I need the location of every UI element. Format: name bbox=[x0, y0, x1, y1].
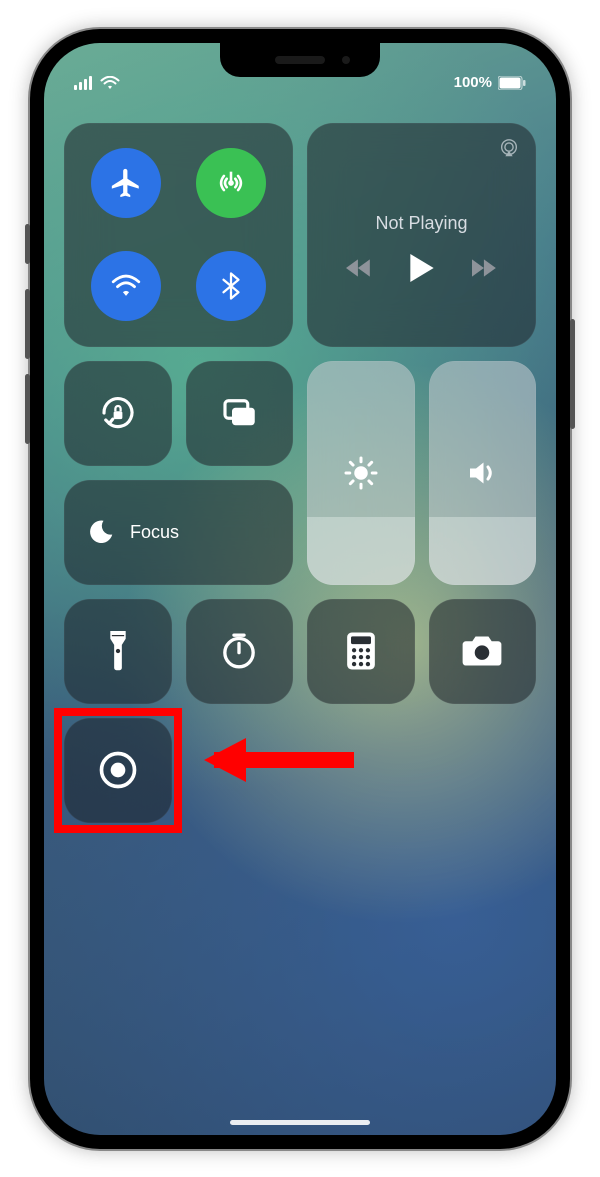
connectivity-cluster[interactable] bbox=[64, 123, 293, 347]
do-not-disturb-moon-icon bbox=[86, 517, 116, 547]
next-track-button[interactable] bbox=[472, 258, 498, 278]
cellular-signal-icon bbox=[74, 76, 94, 90]
bluetooth-toggle[interactable] bbox=[196, 251, 266, 321]
volume-down-button bbox=[25, 374, 30, 444]
previous-track-button[interactable] bbox=[346, 258, 372, 278]
control-center: Not Playing bbox=[64, 123, 536, 823]
screen-record-icon bbox=[96, 748, 140, 792]
screen: 100% bbox=[44, 43, 556, 1135]
notch bbox=[220, 43, 380, 77]
brightness-sun-icon bbox=[343, 455, 379, 491]
bluetooth-icon bbox=[216, 271, 246, 301]
timer-icon bbox=[219, 631, 259, 671]
mute-switch bbox=[25, 224, 30, 264]
home-indicator[interactable] bbox=[230, 1120, 370, 1125]
orientation-lock-icon bbox=[97, 392, 139, 434]
orientation-lock-button[interactable] bbox=[64, 361, 172, 466]
screen-mirroring-icon bbox=[218, 392, 260, 434]
brightness-slider[interactable] bbox=[307, 361, 415, 585]
airplay-icon[interactable] bbox=[498, 137, 520, 159]
timer-button[interactable] bbox=[186, 599, 294, 704]
now-playing-label: Not Playing bbox=[375, 213, 467, 234]
battery-percentage: 100% bbox=[454, 74, 492, 91]
camera-button[interactable] bbox=[429, 599, 537, 704]
airplane-mode-toggle[interactable] bbox=[91, 148, 161, 218]
calculator-button[interactable] bbox=[307, 599, 415, 704]
speaker-icon bbox=[464, 455, 500, 491]
wifi-status-icon bbox=[100, 76, 120, 90]
play-button[interactable] bbox=[410, 254, 434, 282]
cellular-data-toggle[interactable] bbox=[196, 148, 266, 218]
flashlight-icon bbox=[104, 631, 132, 671]
power-button bbox=[570, 319, 575, 429]
flashlight-button[interactable] bbox=[64, 599, 172, 704]
screen-mirroring-button[interactable] bbox=[186, 361, 294, 466]
wifi-toggle[interactable] bbox=[91, 251, 161, 321]
cellular-data-icon bbox=[214, 166, 248, 200]
camera-icon bbox=[461, 632, 503, 670]
focus-label: Focus bbox=[130, 522, 179, 543]
media-controls-panel[interactable]: Not Playing bbox=[307, 123, 536, 347]
volume-slider[interactable] bbox=[429, 361, 537, 585]
battery-icon bbox=[498, 76, 526, 90]
calculator-icon bbox=[344, 631, 378, 671]
screen-record-button[interactable] bbox=[64, 718, 172, 823]
wifi-icon bbox=[109, 269, 143, 303]
focus-button[interactable]: Focus bbox=[64, 480, 293, 585]
phone-device-frame: 100% bbox=[30, 29, 570, 1149]
airplane-icon bbox=[109, 166, 143, 200]
volume-up-button bbox=[25, 289, 30, 359]
